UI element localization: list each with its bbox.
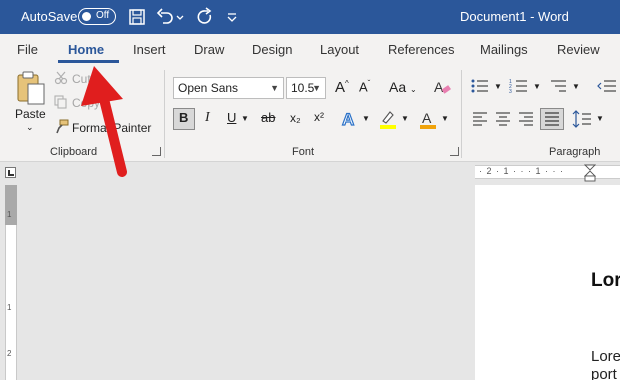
align-right-icon[interactable] [517,110,535,128]
ruler-number: 1 [7,303,12,312]
align-center-icon[interactable] [494,110,512,128]
svg-text:A: A [422,110,432,126]
svg-text:A: A [434,79,444,95]
undo-icon[interactable] [155,7,175,27]
clear-formatting-icon[interactable]: A [432,77,452,97]
font-color-dropdown-icon[interactable]: ▼ [441,114,449,123]
superscript-button[interactable]: x² [314,110,324,124]
tab-insert[interactable]: Insert [133,42,166,57]
line-spacing-dropdown-icon[interactable]: ▼ [596,114,604,123]
chevron-down-icon: ▼ [312,83,321,93]
copy-icon[interactable] [54,95,68,109]
clipboard-dialog-launcher-icon[interactable] [152,147,161,156]
tab-design[interactable]: Design [252,42,292,57]
shrink-font-button[interactable]: Aˇ [359,79,370,94]
change-case-button[interactable]: Aa ⌄ [389,79,417,95]
font-size-select[interactable]: 10.5 ▼ [286,77,326,99]
svg-text:3: 3 [509,89,512,95]
underline-dropdown-icon[interactable]: ▼ [241,114,249,123]
font-name-value: Open Sans [178,81,239,95]
font-name-select[interactable]: Open Sans ▼ [173,77,284,99]
paragraph-group-label: Paragraph [549,146,601,158]
numbering-dropdown-icon[interactable]: ▼ [533,82,541,91]
highlight-dropdown-icon[interactable]: ▼ [401,114,409,123]
text-effects-dropdown-icon[interactable]: ▼ [362,114,370,123]
bold-button[interactable]: B [179,110,188,125]
tab-selector-icon[interactable] [5,167,16,178]
redo-icon[interactable] [195,7,215,27]
horizontal-ruler[interactable]: · 2 · 1 · · · 1 · · · [475,164,620,182]
line-spacing-icon[interactable] [572,109,592,129]
vertical-ruler[interactable]: 1 1 2 [0,163,22,380]
justify-icon[interactable] [543,110,561,128]
font-size-value: 10.5 [291,81,315,95]
customize-toolbar-icon[interactable] [225,7,239,27]
font-group-label: Font [292,146,315,158]
paste-dropdown-icon[interactable]: ⌄ [26,122,34,133]
grow-font-button[interactable]: A^ [335,79,349,96]
tab-home[interactable]: Home [68,42,104,57]
indent-marker-icon[interactable] [584,164,596,182]
tab-layout[interactable]: Layout [320,42,359,57]
copy-label[interactable]: Copy [72,96,100,110]
group-separator [461,70,462,158]
tab-mailings[interactable]: Mailings [480,42,528,57]
ruler-number: 2 [7,349,12,358]
format-painter-icon[interactable] [54,119,69,134]
tab-references[interactable]: References [388,42,454,57]
ruler-ticks: · 2 · 1 · · · 1 · · · [479,166,564,176]
align-left-icon[interactable] [471,110,489,128]
vertical-ruler-margin [5,185,17,225]
group-separator [164,70,165,158]
undo-dropdown-icon[interactable] [174,7,186,27]
autosave-toggle[interactable]: Off [78,8,116,25]
document-title: Document1 - Word [460,9,569,24]
bullets-icon[interactable] [470,77,492,95]
tab-review[interactable]: Review [557,42,600,57]
highlight-icon[interactable] [378,108,398,130]
paste-label[interactable]: Paste [15,107,46,121]
paragraph-line: Lore [591,348,620,365]
strikethrough-button[interactable]: ab [261,110,275,125]
format-painter-label[interactable]: Format Painter [72,121,151,135]
multilevel-dropdown-icon[interactable]: ▼ [572,82,580,91]
font-color-icon[interactable]: A [418,108,438,130]
title-bar: AutoSave Off Document1 - Word [0,0,620,34]
cut-icon[interactable] [54,71,68,85]
document-heading[interactable]: Lor [591,270,620,292]
autosave-label: AutoSave [21,9,78,24]
subscript-button[interactable]: x₂ [290,111,301,125]
numbering-icon[interactable]: 1 2 3 [509,77,531,95]
change-case-label: Aa [389,79,407,95]
svg-text:A: A [342,110,354,129]
bullets-dropdown-icon[interactable]: ▼ [494,82,502,91]
multilevel-list-icon[interactable] [548,77,570,95]
italic-button[interactable]: I [205,110,210,126]
underline-button[interactable]: U [227,110,236,125]
paste-icon[interactable] [14,70,48,106]
tab-file[interactable]: File [17,42,38,57]
document-page[interactable]: Lor Lore port [475,185,620,380]
clipboard-group-label: Clipboard [50,146,98,158]
toggle-knob [82,12,91,21]
decrease-indent-icon[interactable] [596,77,618,95]
toggle-state: Off [96,10,110,21]
text-effects-icon[interactable]: A [340,108,360,130]
cut-label[interactable]: Cut [72,72,91,86]
chevron-down-icon: ▼ [270,83,279,93]
document-paragraph[interactable]: Lore port [591,348,620,380]
active-tab-indicator [58,60,119,63]
paragraph-line: port [591,366,617,380]
font-dialog-launcher-icon[interactable] [450,147,459,156]
save-icon[interactable] [127,7,147,27]
ribbon: Paste ⌄ Cut Copy Format Painter Clipboar… [0,64,620,162]
tab-draw[interactable]: Draw [194,42,224,57]
ruler-number: 1 [7,210,12,219]
